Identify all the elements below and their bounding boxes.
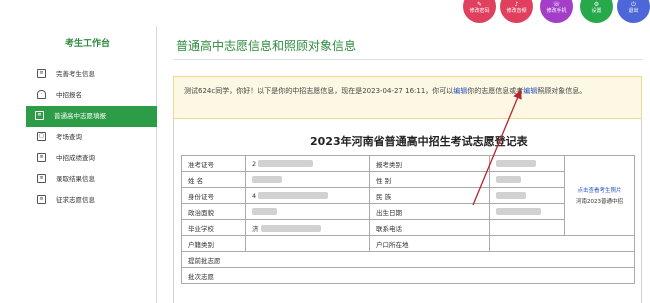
view-photo-link[interactable]: 点击查看考生照片 [566, 186, 634, 194]
political-value [245, 203, 370, 220]
form-title: 2023年河南省普通高中招生考试志愿登记表 [310, 135, 528, 148]
reg-type-value [489, 155, 565, 172]
sidebar-item-exam-room[interactable]: □ 考场查询 [28, 127, 157, 148]
sidebar: 考生工作台 ≡ 完善考生信息 · 中招报名 ≣ 普通高中志愿填报 □ 考场查询 … [0, 26, 157, 303]
bell-icon: · [37, 90, 46, 99]
power-icon: ⏻ [631, 1, 636, 8]
registration-table: 准考证号 2 报考类别 点击查看考生照片 河南2023普通中招 姓 名 性 别 … [181, 155, 635, 284]
hukou-place-label: 户口所在地 [369, 235, 490, 252]
result-icon: ≡ [37, 174, 46, 183]
sidebar-item-solicit[interactable]: ≡ 征求志愿信息 [28, 190, 157, 211]
sidebar-item-label: 中招成绩查询 [56, 154, 95, 162]
sidebar-item-scores[interactable]: ≡ 中招成绩查询 [28, 148, 157, 169]
document-icon: ≣ [35, 111, 44, 120]
political-label: 政治面貌 [181, 203, 246, 220]
edit-icon: ✎ [476, 1, 483, 8]
edit-care-info-link[interactable]: 编辑 [523, 87, 537, 95]
phone-icon: ☏ [552, 1, 561, 8]
sidebar-item-label: 征求志愿信息 [56, 196, 95, 204]
hukou-type-label: 户籍类别 [181, 235, 246, 252]
redacted-text [252, 176, 282, 183]
school-label: 毕业学校 [181, 219, 246, 236]
nation-label: 民 族 [369, 187, 490, 204]
name-label: 姓 名 [181, 171, 246, 188]
exam-no-value: 2 [245, 155, 370, 172]
birth-value [489, 203, 565, 220]
phone-value [489, 219, 565, 236]
early-batch-label: 提前批志愿 [181, 251, 635, 268]
table-row: 户籍类别 户口所在地 [181, 235, 635, 252]
notice-text-3: 照顾对象信息。 [537, 87, 587, 95]
sidebar-item-admission[interactable]: ≡ 录取结果信息 [28, 169, 157, 190]
sidebar-item-label: 考场查询 [56, 133, 82, 141]
gear-icon: ⚙ [593, 1, 600, 8]
redacted-text [496, 208, 541, 215]
table-row: 提前批志愿 [181, 251, 635, 268]
phone-label: 联系电话 [369, 219, 490, 236]
redacted-text [258, 160, 314, 167]
music-icon: ♪ [514, 1, 519, 8]
photo-note: 河南2023普通中招 [576, 199, 623, 205]
settings-button[interactable]: ⚙ 设置 [580, 0, 613, 23]
gender-value [489, 171, 565, 188]
sidebar-item-complete-info[interactable]: ≡ 完善考生信息 [28, 64, 157, 85]
redacted-text [260, 225, 321, 232]
sidebar-item-label: 录取结果信息 [56, 175, 95, 183]
id-card-icon: ≡ [37, 69, 46, 78]
redacted-text [258, 192, 329, 199]
change-phone-button[interactable]: ☏ 修改手机 [540, 0, 573, 23]
exam-no-label: 准考证号 [181, 155, 246, 172]
idcard-value: 4 [245, 187, 370, 204]
batch-label: 批次志愿 [181, 267, 635, 284]
notice-text-2: 你的志愿信息或者 [467, 87, 524, 95]
birth-label: 出生日期 [369, 203, 490, 220]
page-title: 普通高中志愿信息和照顾对象信息 [176, 39, 357, 53]
hukou-type-value [245, 235, 370, 252]
sidebar-title: 考生工作台 [65, 39, 111, 49]
sidebar-item-registration[interactable]: · 中招报名 [28, 85, 157, 106]
gender-label: 性 别 [369, 171, 490, 188]
table-row: 准考证号 2 报考类别 点击查看考生照片 河南2023普通中招 [181, 155, 635, 236]
logout-button[interactable]: ⏻ 退出 [617, 0, 650, 23]
sidebar-item-label: 中招报名 [56, 91, 82, 99]
change-password-button[interactable]: ✎ 修改密码 [463, 0, 496, 23]
sidebar-item-label: 普通高中志愿填报 [54, 112, 106, 120]
ticket-icon: □ [37, 132, 46, 141]
notice-text-1: 测试624c同学，你好！以下是你的中招志愿信息，现在是2023-04-27 16… [184, 87, 454, 95]
report-icon: ≡ [37, 153, 46, 162]
notice-box: 测试624c同学，你好！以下是你的中招志愿信息，现在是2023-04-27 16… [173, 76, 642, 119]
table-row: 批次志愿 [181, 267, 635, 284]
name-value [245, 171, 370, 188]
sidebar-item-label: 完善考生信息 [56, 70, 95, 78]
redacted-text [252, 208, 277, 215]
main-content: 普通高中志愿信息和照顾对象信息 测试624c同学，你好！以下是你的中招志愿信息，… [157, 26, 650, 303]
change-audio-button[interactable]: ♪ 修改音频 [500, 0, 533, 23]
school-value: 济 [245, 219, 370, 236]
redacted-text [496, 192, 526, 199]
redacted-text [496, 160, 536, 167]
redacted-text [496, 176, 521, 183]
reg-type-label: 报考类别 [369, 155, 490, 172]
hukou-place-value [489, 235, 635, 252]
idcard-label: 身份证号 [181, 187, 246, 204]
top-nav: ✎ 修改密码 ♪ 修改音频 ☏ 修改手机 ⚙ 设置 ⏻ 退出 [462, 0, 650, 26]
title-divider [173, 59, 643, 60]
list-icon: ≡ [37, 195, 46, 204]
registration-form: 2023年河南省普通高中招生考试志愿登记表 准考证号 2 报考类别 点击查看考生… [173, 119, 642, 303]
nation-value [489, 187, 565, 204]
edit-application-link[interactable]: 编辑 [453, 87, 467, 95]
sidebar-menu: ≡ 完善考生信息 · 中招报名 ≣ 普通高中志愿填报 □ 考场查询 ≡ 中招成绩… [26, 64, 157, 211]
photo-cell: 点击查看考生照片 河南2023普通中招 [564, 155, 635, 236]
sidebar-item-application[interactable]: ≣ 普通高中志愿填报 [26, 106, 157, 127]
